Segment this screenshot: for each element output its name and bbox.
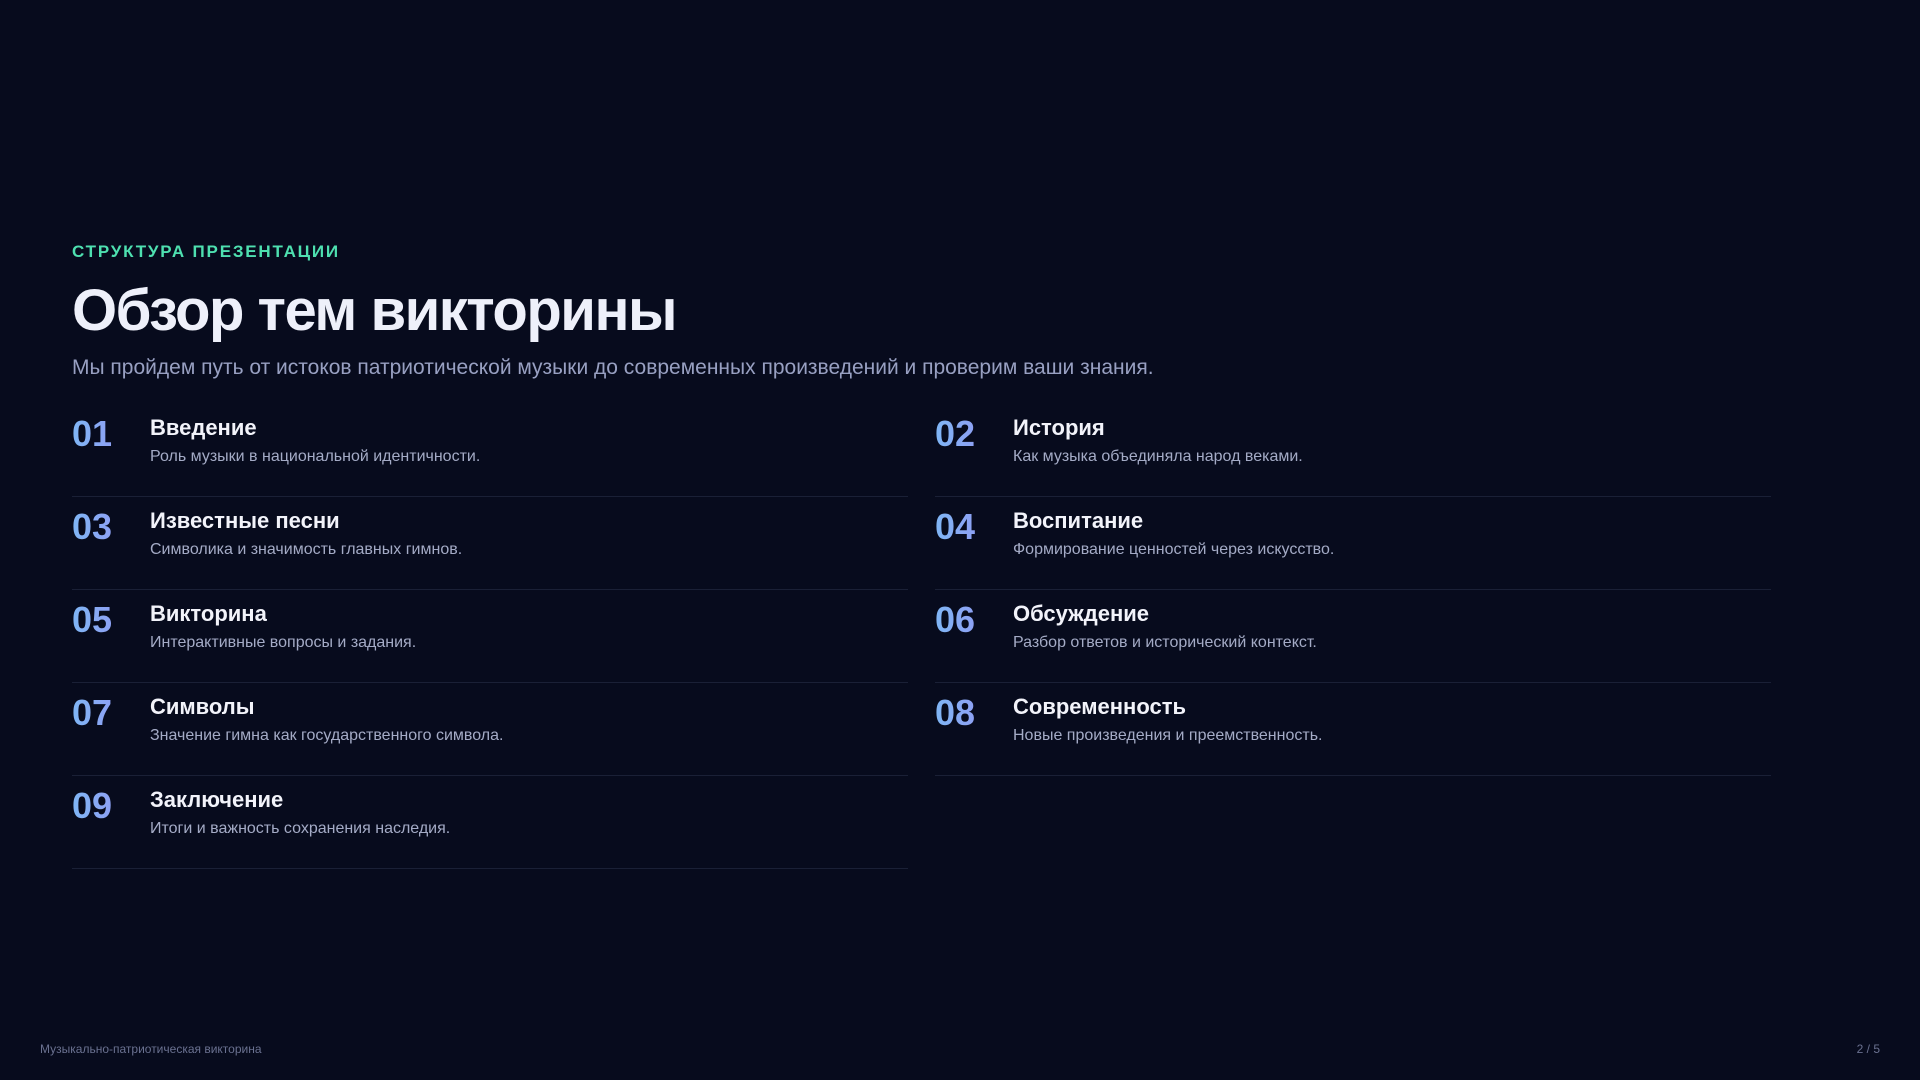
topic-title: Символы <box>150 694 255 719</box>
topic-item: 08 Современность Новые произведения и пр… <box>935 683 1771 776</box>
topic-description: Значение гимна как государственного симв… <box>150 727 504 744</box>
topic-title: Заключение <box>150 787 284 812</box>
page-subtitle: Мы пройдем путь от истоков патриотическо… <box>72 356 1154 379</box>
topic-text: Викторина Интерактивные вопросы и задани… <box>150 600 416 654</box>
topic-description: Итоги и важность сохранения наследия. <box>150 820 451 837</box>
topic-number: 03 <box>72 507 150 547</box>
topic-title: Современность <box>1013 694 1187 719</box>
topic-title: История <box>1013 415 1105 440</box>
topic-description: Формирование ценностей через искусство. <box>1013 541 1335 558</box>
topic-description: Интерактивные вопросы и задания. <box>150 634 417 651</box>
topic-title: Воспитание <box>1013 508 1144 533</box>
slide-content: СТРУКТУРА ПРЕЗЕНТАЦИИ Обзор тем викторин… <box>72 240 1772 869</box>
topic-text: Современность Новые произведения и преем… <box>1013 693 1322 747</box>
topic-description: Символика и значимость главных гимнов. <box>150 541 463 558</box>
topic-item: 05 Викторина Интерактивные вопросы и зад… <box>72 590 908 683</box>
page-title: Обзор тем викторины <box>72 278 678 343</box>
topic-number: 09 <box>72 786 150 826</box>
footer-page-counter: 2 / 5 <box>1856 1042 1880 1056</box>
topic-number: 04 <box>935 507 1013 547</box>
topic-title: Викторина <box>150 601 267 626</box>
topic-text: Символы Значение гимна как государственн… <box>150 693 503 747</box>
topic-number: 02 <box>935 414 1013 454</box>
topic-number: 08 <box>935 693 1013 733</box>
topic-text: Известные песни Символика и значимость г… <box>150 507 462 561</box>
section-eyebrow: СТРУКТУРА ПРЕЗЕНТАЦИИ <box>72 242 340 261</box>
topic-item: 03 Известные песни Символика и значимост… <box>72 497 908 590</box>
footer-presentation-title: Музыкально-патриотическая викторина <box>40 1042 262 1056</box>
topic-title: Введение <box>150 415 257 440</box>
topic-item: 01 Введение Роль музыки в национальной и… <box>72 404 908 497</box>
topics-grid: 01 Введение Роль музыки в национальной и… <box>72 404 1772 869</box>
topic-number: 06 <box>935 600 1013 640</box>
topic-number: 01 <box>72 414 150 454</box>
topic-item: 02 История Как музыка объединяла народ в… <box>935 404 1771 497</box>
topic-title: Известные песни <box>150 508 340 533</box>
topic-title: Обсуждение <box>1013 601 1149 626</box>
topic-text: Обсуждение Разбор ответов и исторический… <box>1013 600 1317 654</box>
topic-text: Заключение Итоги и важность сохранения н… <box>150 786 450 840</box>
topic-description: Новые произведения и преемственность. <box>1013 727 1323 744</box>
topic-item: 07 Символы Значение гимна как государств… <box>72 683 908 776</box>
topic-description: Разбор ответов и исторический контекст. <box>1013 634 1317 651</box>
topic-item: 09 Заключение Итоги и важность сохранени… <box>72 776 908 869</box>
topic-text: Воспитание Формирование ценностей через … <box>1013 507 1334 561</box>
topic-number: 07 <box>72 693 150 733</box>
topic-description: Роль музыки в национальной идентичности. <box>150 448 481 465</box>
topic-item: 04 Воспитание Формирование ценностей чер… <box>935 497 1771 590</box>
topic-text: История Как музыка объединяла народ века… <box>1013 414 1303 468</box>
topic-item: 06 Обсуждение Разбор ответов и историчес… <box>935 590 1771 683</box>
slide: СТРУКТУРА ПРЕЗЕНТАЦИИ Обзор тем викторин… <box>0 0 1920 1080</box>
topic-number: 05 <box>72 600 150 640</box>
topic-text: Введение Роль музыки в национальной иден… <box>150 414 480 468</box>
topic-description: Как музыка объединяла народ веками. <box>1013 448 1303 465</box>
